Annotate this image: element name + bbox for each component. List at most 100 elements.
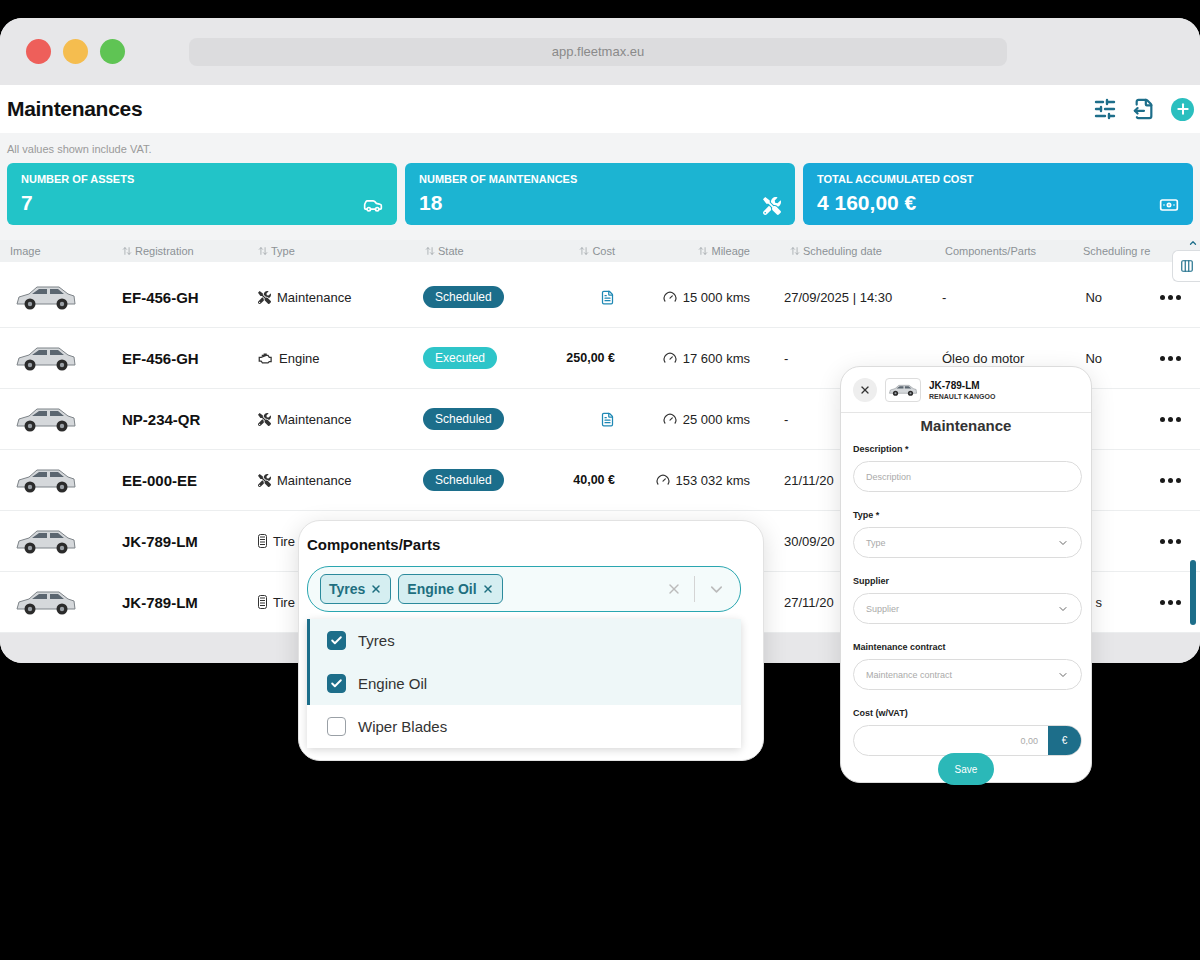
tools-icon: [258, 474, 271, 487]
filter-button[interactable]: [1093, 97, 1117, 121]
column-header[interactable]: Scheduling date: [760, 245, 940, 257]
option-checkbox[interactable]: [327, 674, 346, 693]
gauge-icon: [656, 473, 670, 487]
url-bar[interactable]: app.fleetmax.eu: [189, 38, 1007, 66]
sort-icon: [122, 246, 132, 256]
close-button[interactable]: [853, 378, 877, 402]
chip-remove-button[interactable]: [482, 583, 494, 595]
actions-cell[interactable]: [1150, 356, 1190, 361]
export-button[interactable]: [1133, 98, 1155, 120]
date-cell: 27/09/2025 | 14:30: [760, 290, 940, 305]
car-image: [14, 342, 78, 374]
actions-cell[interactable]: [1150, 417, 1190, 422]
column-header[interactable]: Cost: [540, 245, 620, 257]
document-icon[interactable]: [600, 412, 615, 427]
component-option[interactable]: Tyres: [307, 619, 741, 662]
image-cell: [0, 464, 110, 496]
actions-cell[interactable]: [1150, 539, 1190, 544]
actions-cell[interactable]: [1150, 478, 1190, 483]
state-badge: Scheduled: [423, 469, 504, 491]
remove-icon: [482, 583, 494, 595]
column-header[interactable]: Mileage: [620, 245, 760, 257]
component-option[interactable]: Wiper Blades: [307, 705, 741, 748]
asset-registration: JK-789-LM: [929, 380, 995, 391]
chip-remove-button[interactable]: [370, 583, 382, 595]
more-icon[interactable]: [1160, 478, 1181, 483]
minimize-light[interactable]: [63, 39, 88, 64]
text-input[interactable]: Description: [853, 461, 1082, 492]
state-cell: Scheduled: [415, 469, 540, 491]
scroll-up-icon[interactable]: [1188, 238, 1198, 248]
state-cell: Scheduled: [415, 286, 540, 308]
tire-icon: [258, 534, 267, 548]
input-placeholder: Maintenance contract: [866, 670, 1057, 680]
sort-icon: [698, 246, 708, 256]
registration-cell: EF-456-GH: [110, 289, 250, 306]
maximize-light[interactable]: [100, 39, 125, 64]
columns-button[interactable]: [1172, 250, 1200, 282]
car-image: [14, 403, 78, 435]
column-header[interactable]: Type: [250, 245, 415, 257]
column-header: Image: [0, 245, 110, 257]
actions-cell[interactable]: [1150, 295, 1190, 300]
option-checkbox[interactable]: [327, 717, 346, 736]
sort-icon: [258, 246, 268, 256]
more-icon[interactable]: [1160, 356, 1181, 361]
save-button[interactable]: Save: [938, 753, 994, 785]
stat-cards: NUMBER OF ASSETS7NUMBER OF MAINTENANCES1…: [7, 163, 1193, 225]
select-field[interactable]: Type: [853, 527, 1082, 558]
column-header[interactable]: State: [415, 245, 540, 257]
more-icon[interactable]: [1160, 600, 1181, 605]
stat-text: TOTAL ACCUMULATED COST4 160,00 €: [817, 173, 973, 215]
header-actions: [1093, 97, 1194, 121]
close-light[interactable]: [26, 39, 51, 64]
form-header: JK-789-LMRENAULT KANGOO: [841, 367, 1091, 413]
chevron-down-icon[interactable]: [707, 580, 726, 599]
image-cell: [0, 281, 110, 313]
image-cell: [0, 342, 110, 374]
registration-cell: EE-000-EE: [110, 472, 250, 489]
registration-cell: EF-456-GH: [110, 350, 250, 367]
state-cell: Executed: [415, 347, 540, 369]
stat-label: NUMBER OF MAINTENANCES: [419, 173, 577, 185]
select-field[interactable]: Supplier: [853, 593, 1082, 624]
document-icon[interactable]: [600, 290, 615, 305]
cost-input[interactable]: 0,00€: [853, 725, 1082, 756]
title-bar: app.fleetmax.eu: [0, 18, 1200, 85]
column-header[interactable]: Registration: [110, 245, 250, 257]
asset-thumbnail: [885, 378, 921, 402]
maintenance-form: JK-789-LMRENAULT KANGOOMaintenanceDescri…: [840, 366, 1092, 783]
banknote-icon: [1159, 195, 1179, 215]
component-option[interactable]: Engine Oil: [307, 662, 741, 705]
asset-info: JK-789-LMRENAULT KANGOO: [929, 380, 995, 400]
option-checkbox[interactable]: [327, 631, 346, 650]
form-body: Description *DescriptionType *TypeSuppli…: [841, 435, 1091, 756]
stat-card: TOTAL ACCUMULATED COST4 160,00 €: [803, 163, 1193, 225]
cost-cell: 40,00 €: [540, 473, 620, 487]
actions-cell[interactable]: [1150, 600, 1190, 605]
more-icon[interactable]: [1160, 539, 1181, 544]
registration-cell: NP-234-QR: [110, 411, 250, 428]
add-button[interactable]: [1171, 98, 1194, 121]
components-options: TyresEngine OilWiper Blades: [307, 619, 741, 748]
select-tools: [666, 576, 726, 602]
summary-band: All values shown include VAT.NUMBER OF A…: [0, 133, 1200, 240]
components-select[interactable]: TyresEngine Oil: [307, 566, 741, 612]
registration-cell: JK-789-LM: [110, 533, 250, 550]
column-header: Components/Parts: [940, 245, 1075, 257]
plus-icon: [1175, 101, 1191, 117]
clear-icon[interactable]: [666, 581, 682, 597]
vat-note: All values shown include VAT.: [7, 135, 1193, 163]
column-header[interactable]: Scheduling re: [1075, 245, 1102, 257]
more-icon[interactable]: [1160, 295, 1181, 300]
mileage-cell: 17 600 kms: [620, 351, 760, 366]
field-label: Supplier: [853, 575, 1082, 587]
more-icon[interactable]: [1160, 417, 1181, 422]
image-cell: [0, 525, 110, 557]
tools-icon: [258, 413, 271, 426]
car-icon: [363, 195, 383, 215]
scrollbar-thumb[interactable]: [1190, 560, 1196, 625]
currency-addon: €: [1048, 726, 1081, 755]
select-field[interactable]: Maintenance contract: [853, 659, 1082, 690]
table-row[interactable]: EF-456-GHMaintenanceScheduled15 000 kms2…: [0, 267, 1200, 328]
